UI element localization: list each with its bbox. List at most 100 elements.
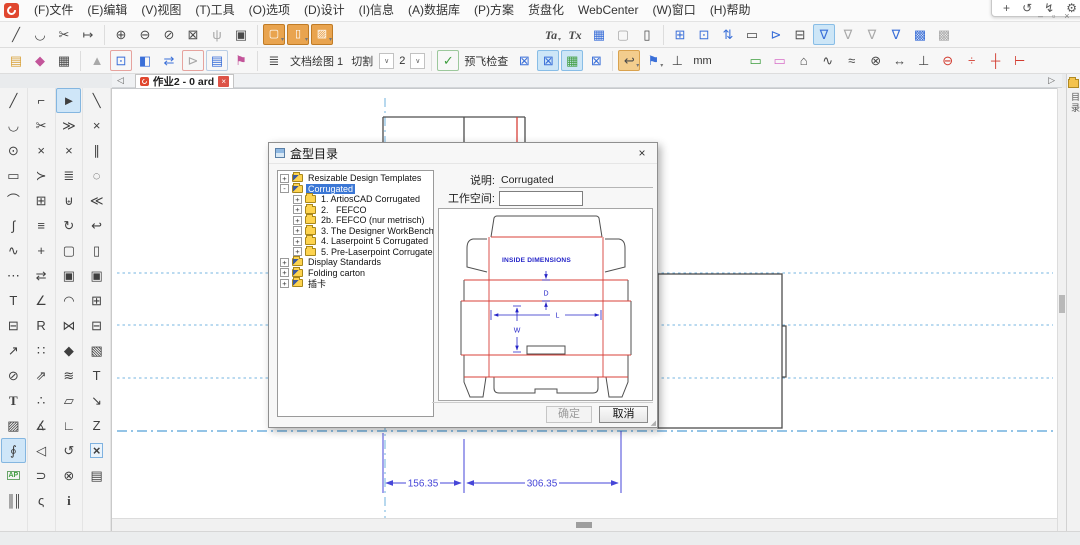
radius-tool-button[interactable]: R (29, 313, 54, 338)
fit-window-button[interactable]: ⊠ (585, 50, 607, 71)
tree-corrugated-expander[interactable]: - (280, 184, 289, 193)
counter-make-button[interactable]: ⌂ (793, 50, 815, 71)
text-attributes-button[interactable]: Ta (540, 24, 562, 45)
output-new-button[interactable]: ⊞ (669, 24, 691, 45)
paragraph-tool-button[interactable]: ⊟ (1, 313, 26, 338)
horizontal-scrollbar-thumb[interactable] (576, 522, 592, 528)
die-pink-button[interactable]: ▭ (769, 50, 791, 71)
tree-resizable-row[interactable]: + Resizable Design Templates (278, 173, 433, 184)
preflight-button[interactable]: ✓ (437, 50, 459, 71)
restore-window-button[interactable]: ▫ (1052, 12, 1055, 21)
fill-panel-button[interactable]: ∇ (813, 24, 835, 45)
catalog-tree[interactable]: + Resizable Design Templates - Corrugate… (277, 170, 434, 417)
tree-corrugated-row[interactable]: - Corrugated (278, 184, 433, 195)
blank-sheet-button[interactable]: ▯ (636, 24, 658, 45)
menu-file-menu-item[interactable]: (F)文件 (27, 0, 80, 21)
menu-info-menu-item[interactable]: (I)信息 (352, 0, 401, 21)
output-3d-button[interactable]: ⊡ (693, 24, 715, 45)
view-2d-button[interactable]: ⊠ (513, 50, 535, 71)
fill-light-button[interactable]: ∇ (837, 24, 859, 45)
point-move-tool-button[interactable]: + (29, 238, 54, 263)
hook-curve-tool-button[interactable]: ↩ (84, 213, 109, 238)
tree-insert-card-expander[interactable]: + (280, 279, 289, 288)
flag-tool-button[interactable]: ⚑ (642, 50, 664, 71)
circle-tool-button[interactable]: ⊙ (1, 138, 26, 163)
menu-options-menu-item[interactable]: (O)选项 (242, 0, 297, 21)
leader-tool-button[interactable]: ↗ (1, 338, 26, 363)
animate-3d-button[interactable]: ⇄ (158, 50, 180, 71)
undo-tool-button[interactable]: ↩ (618, 50, 640, 71)
tree-laserpoint5-expander[interactable]: + (293, 237, 302, 246)
corner-tool-button[interactable]: ▢ (56, 238, 81, 263)
dim-offset-button[interactable]: ⊖ (937, 50, 959, 71)
db-grid-tool-button[interactable]: ▤ (84, 463, 109, 488)
construction-tool-button[interactable]: ⋯ (1, 263, 26, 288)
circle-center-tool-button[interactable]: ◌ (84, 163, 109, 188)
menu-palletize-menu-item[interactable]: 货盘化 (521, 0, 571, 21)
info-tool-button[interactable]: i (56, 488, 81, 513)
bridge-tool-button[interactable]: ∥ (84, 138, 109, 163)
tree-pre-laserpoint-expander[interactable]: + (293, 247, 302, 256)
view-3d-button[interactable]: ◧ (134, 50, 156, 71)
taper-tool-button[interactable]: ◁ (29, 438, 54, 463)
view-split-button[interactable]: ⊟ (789, 24, 811, 45)
layers-tool-button[interactable]: ≣ (56, 163, 81, 188)
minimize-window-button[interactable]: – (1038, 12, 1043, 21)
counter-anvil-button[interactable]: ⊥ (666, 50, 688, 71)
tree-designer-workbench-row[interactable]: + 3. The Designer WorkBench (278, 226, 433, 237)
nudge-tool-button[interactable]: ∴ (29, 388, 54, 413)
tree-folding-carton-expander[interactable]: + (280, 268, 289, 277)
tree-display-standards-expander[interactable]: + (280, 258, 289, 267)
zoom-out-button[interactable]: ⊘ (158, 24, 180, 45)
database-info-button[interactable]: ▤ (206, 50, 228, 71)
horizontal-scrollbar[interactable] (112, 518, 1057, 531)
arc-delete-tool-button[interactable]: ⊗ (56, 463, 81, 488)
counter-delete-button[interactable]: ⊗ (865, 50, 887, 71)
layers-button[interactable]: ≣ (263, 50, 285, 71)
tree-artioscad-expander[interactable]: + (293, 195, 302, 204)
duplicate-tool-button[interactable]: ▣ (56, 263, 81, 288)
tree-fefco-metric-row[interactable]: + 2b. FEFCO (nur metrisch) (278, 215, 433, 226)
extend-button[interactable]: ↦ (77, 24, 99, 45)
standards-catalog-button[interactable]: ◆ (29, 50, 51, 71)
line-button[interactable]: ╱ (5, 24, 27, 45)
fillet-tool-button[interactable]: ⌐ (29, 88, 54, 113)
mirror-curve-tool-button[interactable]: ⊃ (29, 463, 54, 488)
layout-flags-button[interactable]: ⚑ (230, 50, 252, 71)
view-3d-sync-button[interactable]: ⊠ (537, 50, 559, 71)
chain-tool-button[interactable]: ς (29, 488, 54, 513)
balloon-tool-button[interactable]: ⊘ (1, 363, 26, 388)
tree-display-standards-row[interactable]: + Display Standards (278, 257, 433, 268)
cone-3d-button[interactable]: ▲ (86, 50, 108, 71)
arrowhead-tool-button[interactable]: ≻ (29, 163, 54, 188)
scale-up-combo[interactable]: ∨ (410, 53, 425, 69)
refresh-icon[interactable]: ↺ (1022, 1, 1032, 15)
dialog-resize-grip[interactable]: ◢ (651, 419, 656, 427)
zoom-extents-button[interactable]: ⊠ (182, 24, 204, 45)
rectangle-tool-button[interactable]: ▭ (1, 163, 26, 188)
workspace-input[interactable] (499, 191, 583, 206)
tree-laserpoint5-row[interactable]: + 4. Laserpoint 5 Corrugated (278, 236, 433, 247)
menu-view-menu-item[interactable]: (V)视图 (134, 0, 188, 21)
docked-panel-strip[interactable]: 目录 (1066, 74, 1080, 531)
line-tool-button[interactable]: ╱ (1, 88, 26, 113)
spin-tool-button[interactable]: ↺ (56, 438, 81, 463)
die-green-button[interactable]: ▭ (745, 50, 767, 71)
hatch-tool-button[interactable]: ▨ (1, 413, 26, 438)
solid-tool-button[interactable]: ◆ (56, 338, 81, 363)
ray-tool-button[interactable]: ≪ (84, 188, 109, 213)
dialog-close-button[interactable]: × (633, 146, 651, 160)
stair-tool-button[interactable]: ≡ (29, 213, 54, 238)
output-export-button[interactable]: ⊳ (765, 24, 787, 45)
rebuild-outline-button[interactable]: ▯ (287, 24, 309, 45)
vertical-scrollbar[interactable] (1057, 88, 1066, 531)
angle-tool-button[interactable]: ∠ (29, 288, 54, 313)
menu-design-menu-item[interactable]: (D)设计 (297, 0, 352, 21)
close-window-button[interactable]: × (1064, 12, 1069, 21)
close-tab-button[interactable]: × (218, 76, 229, 87)
ok-button[interactable]: 确定 (546, 406, 592, 423)
counter-width-button[interactable]: ↔ (889, 50, 911, 71)
ghost-cube-tool-button[interactable]: ▧ (84, 338, 109, 363)
dim-edge-button[interactable]: ⊢ (1009, 50, 1031, 71)
multi-move-tool-button[interactable]: ∷ (29, 338, 54, 363)
